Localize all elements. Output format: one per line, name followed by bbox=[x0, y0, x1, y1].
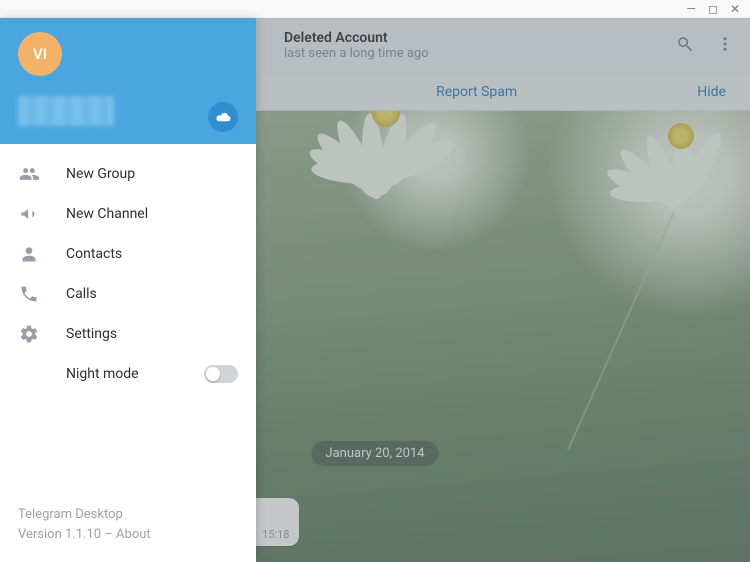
maximize-button[interactable]: ◻ bbox=[708, 4, 718, 14]
account-name bbox=[18, 96, 114, 126]
menu-settings[interactable]: Settings bbox=[0, 314, 256, 354]
close-button[interactable]: ✕ bbox=[730, 4, 740, 14]
moon-icon bbox=[18, 363, 40, 385]
sidebar-footer: Telegram Desktop Version 1.1.10 – About bbox=[0, 505, 256, 562]
saved-messages-button[interactable] bbox=[208, 102, 238, 132]
search-icon[interactable] bbox=[676, 35, 694, 57]
menu-settings-label: Settings bbox=[66, 326, 117, 342]
menu-night-mode-label: Night mode bbox=[66, 366, 139, 382]
menu-calls-label: Calls bbox=[66, 286, 97, 302]
person-icon bbox=[18, 243, 40, 265]
night-mode-toggle[interactable] bbox=[204, 365, 238, 383]
menu: New Group New Channel Contacts Calls bbox=[0, 144, 256, 404]
menu-new-channel[interactable]: New Channel bbox=[0, 194, 256, 234]
chat-status: last seen a long time ago bbox=[284, 46, 662, 61]
report-spam-button[interactable]: Report Spam bbox=[256, 84, 697, 100]
window-titlebar: — ◻ ✕ bbox=[0, 0, 750, 18]
cloud-icon bbox=[215, 111, 232, 123]
avatar-initials: VI bbox=[33, 45, 47, 63]
app-name-label: Telegram Desktop bbox=[18, 505, 238, 525]
megaphone-icon bbox=[18, 203, 40, 225]
message-time: 15:18 bbox=[262, 528, 289, 541]
menu-contacts-label: Contacts bbox=[66, 246, 122, 262]
more-icon[interactable] bbox=[716, 35, 734, 57]
group-icon bbox=[18, 163, 40, 185]
menu-new-group-label: New Group bbox=[66, 166, 135, 182]
gear-icon bbox=[18, 323, 40, 345]
phone-icon bbox=[18, 283, 40, 305]
menu-new-channel-label: New Channel bbox=[66, 206, 148, 222]
avatar[interactable]: VI bbox=[18, 32, 62, 76]
main-menu-drawer: VI New Group New Channel bbox=[0, 18, 256, 562]
menu-calls[interactable]: Calls bbox=[0, 274, 256, 314]
version-about-link[interactable]: Version 1.1.10 – About bbox=[18, 525, 238, 545]
menu-night-mode[interactable]: Night mode bbox=[0, 354, 256, 394]
hide-banner-button[interactable]: Hide bbox=[697, 84, 726, 100]
minimize-button[interactable]: — bbox=[686, 4, 696, 14]
date-separator: January 20, 2014 bbox=[311, 441, 438, 466]
chat-title[interactable]: Deleted Account bbox=[284, 30, 662, 46]
menu-new-group[interactable]: New Group bbox=[0, 154, 256, 194]
sidebar-header: VI bbox=[0, 18, 256, 144]
menu-contacts[interactable]: Contacts bbox=[0, 234, 256, 274]
